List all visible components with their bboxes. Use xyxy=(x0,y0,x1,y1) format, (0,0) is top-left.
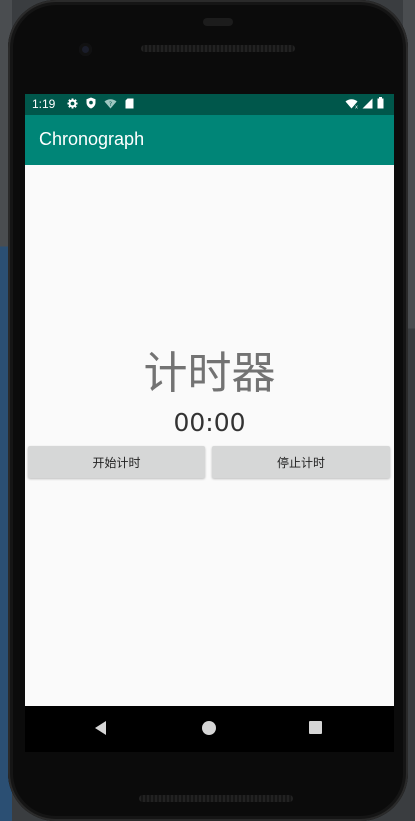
stop-timer-button[interactable]: 停止计时 xyxy=(212,446,390,478)
main-content: 计时器 00:00 开始计时 停止计时 xyxy=(25,165,394,706)
status-notification-icons: ? xyxy=(67,97,134,109)
front-camera-icon xyxy=(79,43,92,56)
timer-heading: 计时器 xyxy=(143,348,276,399)
bottom-speaker-grille xyxy=(139,795,293,802)
wifi-question-icon: ? xyxy=(104,98,117,109)
battery-icon xyxy=(377,97,384,109)
app-toolbar: Chronograph xyxy=(25,115,394,165)
sd-card-icon xyxy=(125,98,134,109)
status-system-icons: x xyxy=(345,97,384,109)
wifi-icon: x xyxy=(345,98,358,109)
phone-screen: 1:19 ? x Chronograph 计时器 00:00 开始计时 停止计时 xyxy=(25,94,394,740)
start-timer-button[interactable]: 开始计时 xyxy=(28,446,205,478)
shield-icon xyxy=(86,97,96,109)
cell-signal-icon xyxy=(362,98,373,109)
top-speaker-grille xyxy=(141,45,295,52)
status-time: 1:19 xyxy=(32,97,56,111)
settings-gear-icon xyxy=(67,97,78,109)
app-title: Chronograph xyxy=(39,129,145,149)
status-bar: 1:19 ? x xyxy=(25,94,394,115)
recents-icon[interactable] xyxy=(309,721,322,734)
home-icon[interactable] xyxy=(202,721,216,735)
back-icon[interactable] xyxy=(95,721,106,735)
svg-text:x: x xyxy=(355,104,358,109)
earpiece xyxy=(203,18,233,26)
svg-text:?: ? xyxy=(109,101,112,108)
elapsed-time-display: 00:00 xyxy=(173,408,246,437)
